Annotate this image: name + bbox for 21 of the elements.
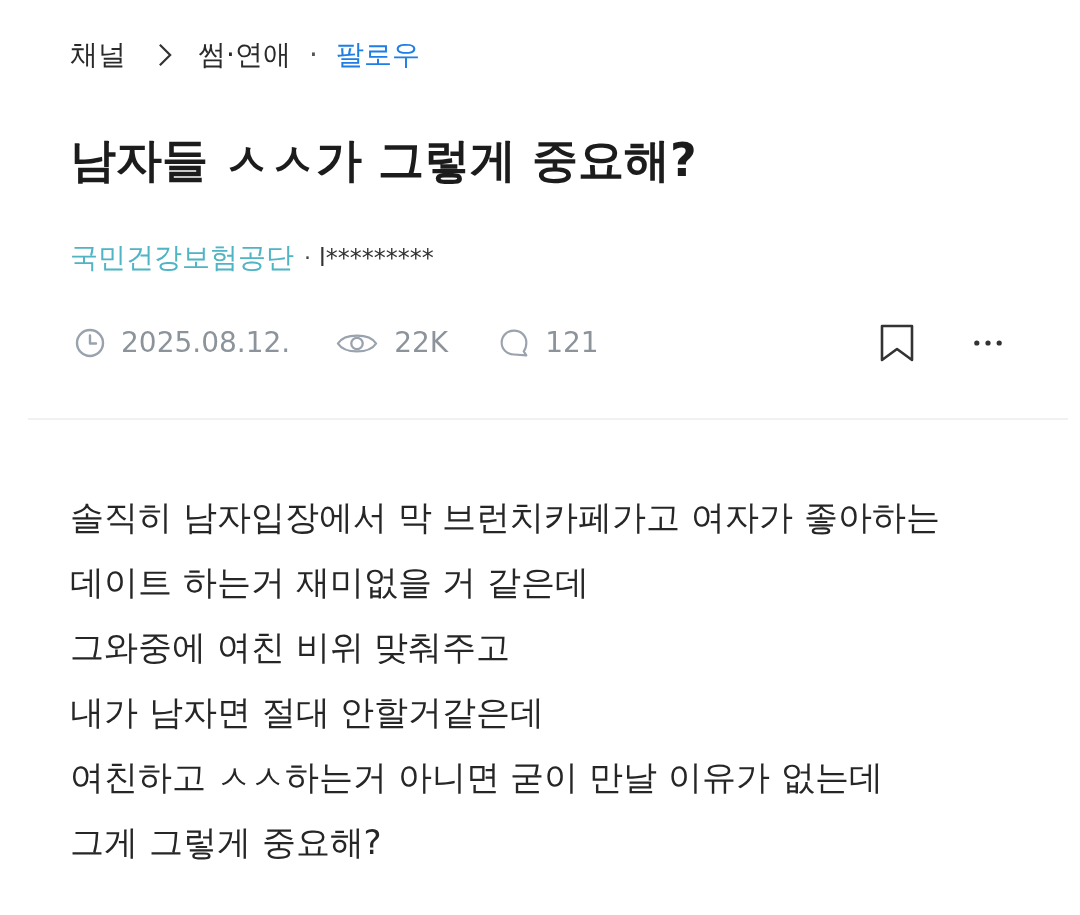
post-body-line: 내가 남자면 절대 안할거같은데 bbox=[70, 691, 546, 734]
bookmark-icon[interactable] bbox=[880, 324, 914, 362]
author-id: l********* bbox=[319, 243, 434, 274]
follow-button[interactable]: 팔로우 bbox=[335, 36, 420, 74]
chevron-right-icon bbox=[158, 43, 172, 67]
clock-icon bbox=[75, 328, 105, 358]
post-title: 남자들 ㅅㅅ가 그렇게 중요해? bbox=[70, 132, 698, 188]
category-link[interactable]: 썸·연애 bbox=[198, 36, 291, 74]
post-body-line: 데이트 하는거 재미없을 거 같은데 bbox=[70, 561, 591, 604]
post-body-line: 솔직히 남자입장에서 막 브런치카페가고 여자가 좋아하는 bbox=[70, 496, 942, 539]
channel-link[interactable]: 채널 bbox=[70, 36, 126, 74]
post-body-line: 여친하고 ㅅㅅ하는거 아니면 굳이 만날 이유가 없는데 bbox=[70, 756, 884, 799]
more-icon[interactable] bbox=[974, 340, 1002, 346]
separator-dot: · bbox=[304, 244, 311, 272]
post-date: 2025.08.12. bbox=[121, 325, 291, 361]
separator-dot: · bbox=[308, 37, 318, 73]
post-body-line: 그게 그렇게 중요해? bbox=[70, 821, 383, 864]
view-count: 22K bbox=[394, 325, 449, 361]
post-body-line: 그와중에 여친 비위 맞춰주고 bbox=[70, 626, 512, 669]
comment-count: 121 bbox=[545, 325, 599, 361]
speech-bubble-icon bbox=[499, 328, 530, 358]
